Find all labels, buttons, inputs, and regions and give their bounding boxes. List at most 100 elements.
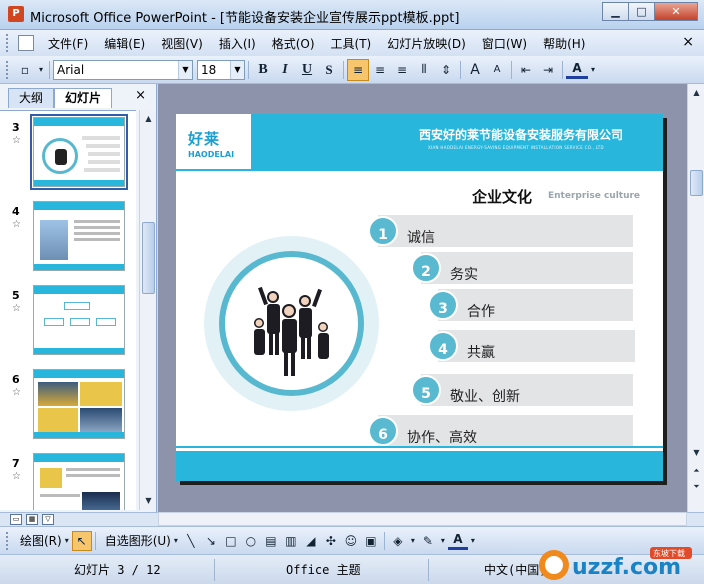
section-title[interactable]: 企业文化 <box>472 186 532 207</box>
thumbnail-scrollbar[interactable]: ▲ ▼ <box>139 110 156 510</box>
menu-edit[interactable]: 编辑(E) <box>96 35 153 52</box>
thumb-header-bar <box>34 202 124 210</box>
chevron-down-icon[interactable]: ▾ <box>438 531 448 551</box>
list-item[interactable]: 5 ☆ <box>0 281 136 361</box>
italic-button[interactable]: I <box>274 59 296 81</box>
line-spacing-icon[interactable]: ⇕ <box>435 59 457 81</box>
rectangle-icon[interactable]: □ <box>221 531 241 551</box>
toolbar-grip[interactable] <box>6 34 14 52</box>
increase-indent-icon[interactable]: ⇥ <box>537 59 559 81</box>
list-item[interactable]: 6 ☆ <box>0 365 136 445</box>
culture-item[interactable]: 3 合作 <box>428 289 633 321</box>
bold-button[interactable]: B <box>252 59 274 81</box>
slide-thumbnail[interactable] <box>33 369 125 439</box>
culture-item[interactable]: 2 务实 <box>411 252 633 284</box>
scroll-down-icon[interactable]: ▼ <box>690 446 703 460</box>
previous-slide-icon[interactable]: ⏶ <box>690 464 703 478</box>
slide-sorter-icon[interactable]: ▦ <box>26 514 38 525</box>
line-icon[interactable]: ╲ <box>181 531 201 551</box>
diagram-icon[interactable]: ✣ <box>321 531 341 551</box>
draw-menu-button[interactable]: 绘图(R) <box>20 532 62 549</box>
tab-outline[interactable]: 大纲 <box>8 88 55 108</box>
list-item[interactable]: 7 ☆ <box>0 449 136 510</box>
new-document-icon[interactable]: ▫ <box>14 59 36 81</box>
select-pointer-icon[interactable]: ↖ <box>71 530 92 551</box>
slide-thumbnail[interactable] <box>30 114 128 190</box>
shadow-button[interactable]: S <box>318 59 340 81</box>
font-color-button[interactable]: A <box>566 61 588 79</box>
list-item[interactable]: 3 ☆ <box>0 113 136 193</box>
fill-color-icon[interactable]: ◈ <box>388 531 408 551</box>
culture-item[interactable]: 4 共赢 <box>428 330 635 362</box>
culture-item[interactable]: 1 诚信 <box>368 215 633 247</box>
notes-pane-scrollbar[interactable] <box>158 512 687 526</box>
menu-help[interactable]: 帮助(H) <box>535 35 593 52</box>
chevron-down-icon[interactable]: ▾ <box>62 531 72 551</box>
shrink-font-button[interactable]: A <box>486 59 508 81</box>
align-right-button[interactable]: ≡ <box>391 59 413 81</box>
chevron-down-icon[interactable]: ▾ <box>171 531 181 551</box>
document-icon[interactable] <box>18 35 34 51</box>
grow-font-button[interactable]: A <box>464 59 486 81</box>
chevron-down-icon[interactable]: ▼ <box>178 60 192 79</box>
slide-thumbnail[interactable] <box>33 453 125 510</box>
scroll-up-icon[interactable]: ▲ <box>690 86 703 100</box>
oval-icon[interactable]: ○ <box>241 531 261 551</box>
font-size-combo[interactable]: 18 ▼ <box>197 59 245 80</box>
distributed-align-icon[interactable]: ⦀ <box>413 59 435 81</box>
slide-canvas[interactable]: 好莱 HAODELAI 西安好的莱节能设备安装服务有限公司 XIAN HAODE… <box>176 114 663 481</box>
align-left-button[interactable]: ≡ <box>347 58 369 81</box>
toolbar-grip[interactable] <box>6 531 14 550</box>
slide-thumbnail[interactable] <box>33 285 125 355</box>
normal-view-icon[interactable]: ▭ <box>10 514 22 525</box>
close-window-button[interactable]: ✕ <box>654 2 698 21</box>
company-name-en[interactable]: XIAN HAODELAI ENERGY-SAVING EQUIPMENT IN… <box>428 145 604 150</box>
document-close-button[interactable]: × <box>682 34 694 50</box>
window-controls: ▁ □ ✕ <box>602 2 698 21</box>
company-name[interactable]: 西安好的莱节能设备安装服务有限公司 <box>419 126 623 143</box>
culture-item[interactable]: 5 敬业、创新 <box>411 374 633 406</box>
line-color-icon[interactable]: ✎ <box>418 531 438 551</box>
wordart-icon[interactable]: ◢ <box>301 531 321 551</box>
next-slide-icon[interactable]: ⏷ <box>690 480 703 494</box>
minimize-button[interactable]: ▁ <box>602 2 629 21</box>
underline-button[interactable]: U <box>296 59 318 81</box>
toolbar-grip[interactable] <box>6 60 14 79</box>
decrease-indent-icon[interactable]: ⇤ <box>515 59 537 81</box>
scroll-thumb[interactable] <box>690 170 703 196</box>
editor-scrollbar[interactable]: ▲ ▼ ⏶ ⏷ <box>687 84 704 512</box>
culture-item[interactable]: 6 协作、高效 <box>368 415 633 447</box>
scroll-up-icon[interactable]: ▲ <box>142 112 155 126</box>
menu-tools[interactable]: 工具(T) <box>323 35 380 52</box>
chevron-down-icon[interactable]: ▾ <box>588 59 598 81</box>
draw-font-color-icon[interactable]: A <box>447 532 468 550</box>
picture-icon[interactable]: ▣ <box>361 531 381 551</box>
arrow-icon[interactable]: ↘ <box>201 531 221 551</box>
toolbar-options-icon[interactable]: ▾ <box>36 59 46 81</box>
autoshapes-button[interactable]: 自选图形(U) <box>105 532 171 549</box>
textbox-icon[interactable]: ▤ <box>261 531 281 551</box>
list-item[interactable]: 4 ☆ <box>0 197 136 277</box>
vertical-textbox-icon[interactable]: ▥ <box>281 531 301 551</box>
menu-view[interactable]: 视图(V) <box>153 35 211 52</box>
clipart-icon[interactable]: ☺ <box>341 531 361 551</box>
scroll-thumb[interactable] <box>142 222 155 294</box>
slideshow-view-icon[interactable]: ▽ <box>42 514 54 525</box>
slide-thumbnail[interactable] <box>33 201 125 271</box>
scroll-down-icon[interactable]: ▼ <box>142 494 155 508</box>
team-photo[interactable] <box>225 257 358 390</box>
maximize-button[interactable]: □ <box>628 2 655 21</box>
section-title-en[interactable]: Enterprise culture <box>548 191 640 201</box>
menu-file[interactable]: 文件(F) <box>40 35 96 52</box>
menu-slideshow[interactable]: 幻灯片放映(D) <box>379 35 474 52</box>
menu-window[interactable]: 窗口(W) <box>474 35 535 52</box>
chevron-down-icon[interactable]: ▼ <box>230 60 244 79</box>
chevron-down-icon[interactable]: ▾ <box>468 531 478 551</box>
pane-close-button[interactable]: × <box>135 88 146 103</box>
font-name-combo[interactable]: Arial ▼ <box>53 59 193 80</box>
chevron-down-icon[interactable]: ▾ <box>408 531 418 551</box>
tab-slides[interactable]: 幻灯片 <box>54 88 113 108</box>
menu-format[interactable]: 格式(O) <box>264 35 323 52</box>
menu-insert[interactable]: 插入(I) <box>211 35 264 52</box>
align-center-button[interactable]: ≡ <box>369 59 391 81</box>
